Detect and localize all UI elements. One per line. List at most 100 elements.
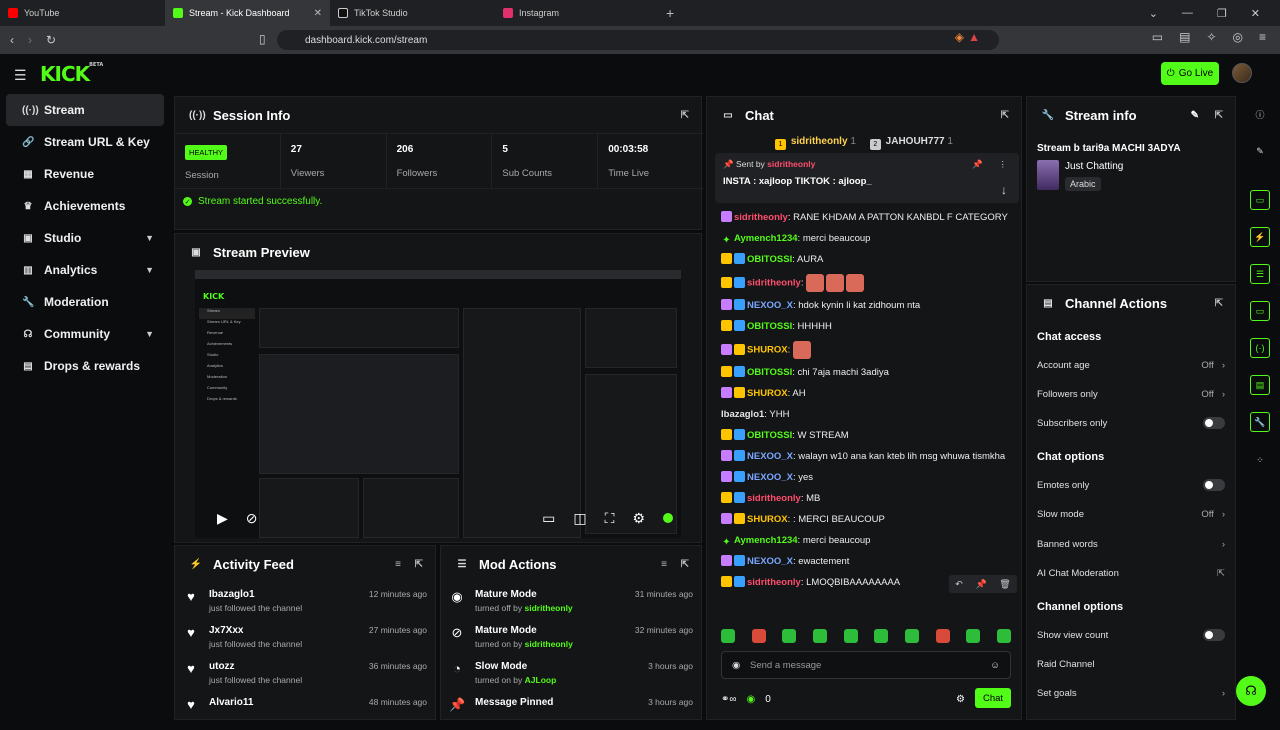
emote-button[interactable] xyxy=(996,629,1011,643)
forward-icon[interactable]: › xyxy=(28,33,32,47)
kick-logo[interactable]: KICKBETA xyxy=(40,62,103,86)
sidebar-item-revenue[interactable]: ▦ Revenue xyxy=(6,158,164,190)
tab-kick-dashboard[interactable]: Stream - Kick Dashboard ✕ xyxy=(165,0,330,26)
emote-button[interactable] xyxy=(904,629,919,643)
edit-icon[interactable]: ✎ xyxy=(1191,110,1199,121)
emote-button[interactable] xyxy=(966,629,981,643)
hamburger-menu-icon[interactable]: ☰ xyxy=(14,67,27,84)
popout-icon[interactable]: ⇱ xyxy=(681,559,689,570)
session-panel-icon[interactable]: ▭ xyxy=(1250,190,1270,210)
chat-username[interactable]: sidritheonly xyxy=(734,212,788,223)
tab-tiktok-studio[interactable]: TikTok Studio xyxy=(330,0,495,26)
chat-username[interactable]: OBITOSSI xyxy=(747,430,792,441)
tab-youtube[interactable]: YouTube xyxy=(0,0,165,26)
wallet-icon[interactable]: ▤ xyxy=(1179,30,1190,44)
camera-icon[interactable]: ◫ xyxy=(573,510,586,527)
chat-username[interactable]: OBITOSSI xyxy=(747,321,792,332)
edit-icon[interactable]: ✎ xyxy=(1250,141,1270,161)
chat-username[interactable]: sidritheonly xyxy=(747,493,801,504)
vpn-icon[interactable]: ◎ xyxy=(1233,30,1243,44)
chat-username[interactable]: sidritheonly xyxy=(747,577,801,588)
url-field[interactable]: dashboard.kick.com/stream xyxy=(277,30,999,50)
chat-username[interactable]: SHUROX xyxy=(747,514,788,525)
link-icon[interactable]: ⚭∞ xyxy=(721,694,737,705)
chat-username[interactable]: NEXOO_X xyxy=(747,451,793,462)
followers-only-row[interactable]: Followers only Off › xyxy=(1037,384,1225,404)
emote-button[interactable] xyxy=(751,629,766,643)
info-icon[interactable]: ⓘ xyxy=(1250,104,1270,124)
ai-chat-moderation-row[interactable]: AI Chat Moderation ⇱ xyxy=(1037,563,1225,583)
filter-icon[interactable]: ≡ xyxy=(395,559,401,570)
support-icon[interactable]: ☊ xyxy=(1236,676,1266,706)
reply-icon[interactable]: ↶ xyxy=(955,579,963,590)
chat-username[interactable]: OBITOSSI xyxy=(747,367,792,378)
brave-shield-icon[interactable]: ◈ xyxy=(955,30,964,44)
sidebar-item-stream[interactable]: ((·)) Stream xyxy=(6,94,164,126)
popout-icon[interactable]: ⇱ xyxy=(415,559,423,570)
emote-button[interactable] xyxy=(843,629,858,643)
activity-panel-icon[interactable]: ⚡ xyxy=(1250,227,1270,247)
sidebar-item-achievements[interactable]: ♛ Achievements xyxy=(6,190,164,222)
close-tab-icon[interactable]: ✕ xyxy=(314,8,322,19)
emote-button[interactable] xyxy=(812,629,827,643)
chat-username[interactable]: OBITOSSI xyxy=(747,254,792,265)
chat-username[interactable]: NEXOO_X xyxy=(747,300,793,311)
minimize-icon[interactable]: — xyxy=(1182,7,1193,19)
emote-button[interactable] xyxy=(721,629,735,643)
sidebar-item-stream-url-key[interactable]: 🔗 Stream URL & Key xyxy=(6,126,164,158)
chat-username[interactable]: SHUROX xyxy=(747,345,788,356)
back-icon[interactable]: ‹ xyxy=(10,33,14,47)
emote-button[interactable] xyxy=(874,629,889,643)
tab-instagram[interactable]: Instagram xyxy=(495,0,660,26)
delete-icon[interactable]: 🗑 xyxy=(999,579,1010,590)
unpin-icon[interactable]: 📌 xyxy=(972,159,983,170)
stream-info-panel-icon[interactable]: 🔧 xyxy=(1250,412,1270,432)
raid-channel-row[interactable]: Raid Channel xyxy=(1037,654,1225,674)
fullscreen-icon[interactable]: ⛶ xyxy=(605,510,615,527)
chat-username[interactable]: Aymench1234 xyxy=(734,535,798,546)
reload-icon[interactable]: ↻ xyxy=(46,33,56,47)
pin-message-icon[interactable]: 📌 xyxy=(975,579,986,590)
new-tab-icon[interactable]: + xyxy=(666,5,674,21)
more-options-icon[interactable]: ⋮ xyxy=(999,159,1008,170)
chat-username[interactable]: sidritheonly xyxy=(747,278,801,289)
emoji-icon[interactable]: ☺ xyxy=(990,660,1000,671)
ai-icon[interactable]: ✧ xyxy=(1206,30,1216,44)
mute-icon[interactable]: ⊘ xyxy=(246,510,258,527)
chat-username[interactable]: Aymench1234 xyxy=(734,233,798,244)
bookmark-icon[interactable]: ▯ xyxy=(259,32,266,46)
channel-actions-panel-icon[interactable]: ▤ xyxy=(1250,375,1270,395)
menu-icon[interactable]: ≡ xyxy=(1259,30,1266,44)
sidebar-item-analytics[interactable]: ▥ Analytics ▼ xyxy=(6,254,164,286)
sidebar-item-moderation[interactable]: 🔧 Moderation xyxy=(6,286,164,318)
tab-list-icon[interactable]: ⌄ xyxy=(1149,7,1158,20)
banned-words-row[interactable]: Banned words › xyxy=(1037,534,1225,554)
add-panel-icon[interactable]: ⁘ xyxy=(1250,450,1270,470)
chat-username[interactable]: Ibazaglo1 xyxy=(721,409,764,420)
sidebar-toggle-icon[interactable]: ▭ xyxy=(1152,30,1163,44)
popout-icon[interactable]: ⇱ xyxy=(1215,298,1223,309)
go-live-button[interactable]: ⏻ Go Live xyxy=(1161,62,1219,85)
show-view-count-toggle[interactable] xyxy=(1203,629,1225,641)
emote-button[interactable] xyxy=(782,629,797,643)
subscribers-only-toggle[interactable] xyxy=(1203,417,1225,429)
chat-username[interactable]: SHUROX xyxy=(747,388,788,399)
chat-settings-icon[interactable]: ⚙ xyxy=(956,694,965,705)
set-goals-row[interactable]: Set goals › xyxy=(1037,683,1225,703)
chat-username[interactable]: NEXOO_X xyxy=(747,472,793,483)
rewards-icon[interactable]: ▲ xyxy=(968,30,980,44)
close-window-icon[interactable]: ✕ xyxy=(1251,7,1260,20)
play-icon[interactable]: ▶ xyxy=(217,510,228,527)
chat-username[interactable]: NEXOO_X xyxy=(747,556,793,567)
popout-icon[interactable]: ⇱ xyxy=(681,110,689,121)
emotes-only-toggle[interactable] xyxy=(1203,479,1225,491)
account-age-row[interactable]: Account age Off › xyxy=(1037,355,1225,375)
user-avatar[interactable] xyxy=(1232,63,1252,83)
expand-down-icon[interactable]: ↓ xyxy=(1001,183,1007,197)
filter-icon[interactable]: ≡ xyxy=(661,559,667,570)
slow-mode-row[interactable]: Slow mode Off › xyxy=(1037,504,1225,524)
sidebar-item-community[interactable]: ☊ Community ▼ xyxy=(6,318,164,350)
chat-panel-icon[interactable]: ▭ xyxy=(1250,301,1270,321)
mod-actions-panel-icon[interactable]: ☰ xyxy=(1250,264,1270,284)
popout-icon[interactable]: ⇱ xyxy=(1215,110,1223,121)
